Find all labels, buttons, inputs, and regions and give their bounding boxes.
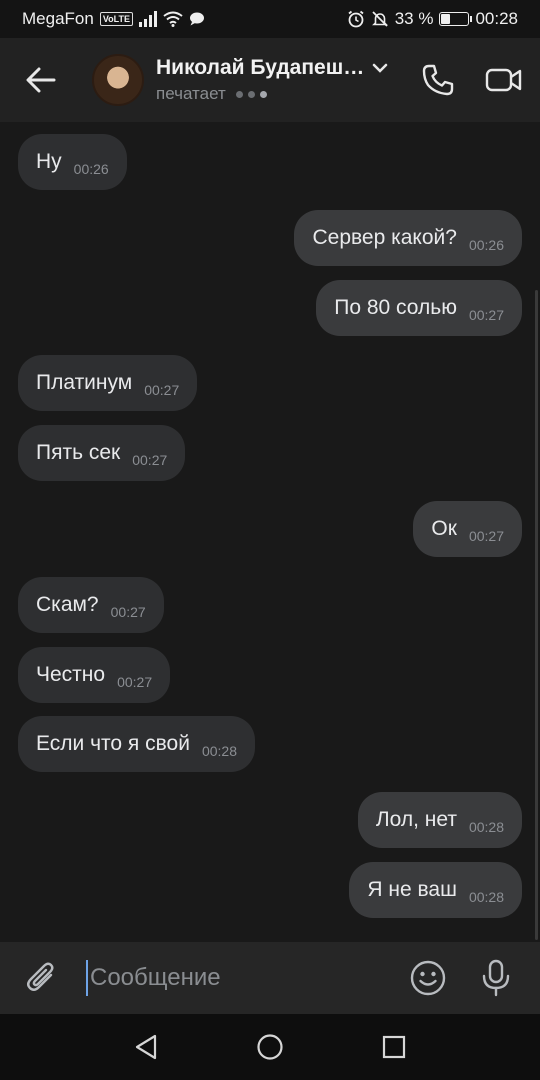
- mute-bell-icon: [371, 11, 388, 27]
- voice-message-button[interactable]: [476, 958, 516, 998]
- battery-percent: 33 %: [394, 9, 434, 28]
- message-text: Платинум: [36, 371, 133, 394]
- message-text: Лол, нет: [375, 808, 457, 831]
- message-time: 00:27: [110, 604, 146, 620]
- message-time: 00:28: [201, 743, 238, 759]
- paperclip-icon: [27, 962, 54, 991]
- message-outgoing[interactable]: Я не ваш 00:28: [349, 862, 522, 918]
- message-time: 00:27: [132, 452, 168, 468]
- typing-dots-icon: [235, 90, 267, 98]
- microphone-icon: [482, 959, 510, 997]
- chat-info[interactable]: Николай Будапеш… печатает: [156, 56, 396, 104]
- message-incoming[interactable]: Платинум 00:27: [18, 355, 198, 411]
- message-incoming[interactable]: Ну 00:26: [18, 134, 127, 190]
- phone-icon: [422, 64, 454, 96]
- message-text: Если что я свой: [36, 732, 190, 755]
- message-text: Ок: [431, 517, 457, 540]
- battery-icon: [439, 12, 473, 26]
- message-time: 00:26: [468, 237, 504, 253]
- message-incoming[interactable]: Пять сек 00:27: [18, 425, 186, 481]
- smile-icon: [410, 960, 446, 996]
- call-button[interactable]: [418, 60, 458, 100]
- circle-home-icon: [257, 1034, 283, 1060]
- alarm-icon: [348, 10, 364, 28]
- chevron-down-icon[interactable]: [372, 62, 388, 74]
- message-time: 00:27: [468, 307, 504, 323]
- video-camera-icon: [485, 68, 522, 92]
- message-composer: [0, 942, 540, 1014]
- message-time: 00:28: [468, 819, 504, 835]
- battery-level: [441, 14, 451, 24]
- scrollbar[interactable]: [535, 290, 538, 940]
- nav-back-button[interactable]: [128, 1029, 164, 1065]
- carrier-name: MegaFon: [22, 9, 94, 28]
- message-incoming[interactable]: Честно 00:27: [18, 647, 171, 703]
- wifi-icon: [163, 11, 183, 27]
- signal-icon: [139, 11, 157, 27]
- triangle-back-icon: [135, 1034, 157, 1060]
- message-outgoing[interactable]: Лол, нет 00:28: [357, 792, 522, 848]
- chat-header: Николай Будапеш… печатает: [0, 38, 540, 122]
- typing-status: печатает: [156, 84, 396, 104]
- message-text: Скам?: [36, 593, 99, 616]
- message-text: Честно: [36, 663, 106, 686]
- status-bar: MegaFon VoLTE 33 % 00:28: [0, 0, 540, 38]
- message-time: 00:27: [468, 528, 504, 544]
- nav-recents-button[interactable]: [376, 1029, 412, 1065]
- chat-notification-icon: [190, 12, 204, 26]
- emoji-button[interactable]: [408, 958, 448, 998]
- message-text: По 80 солью: [334, 296, 457, 319]
- message-incoming[interactable]: Если что я свой 00:28: [18, 716, 256, 772]
- message-text: Я не ваш: [367, 878, 457, 901]
- message-incoming[interactable]: Скам? 00:27: [18, 577, 164, 633]
- message-outgoing[interactable]: Сервер какой? 00:26: [294, 210, 522, 266]
- message-list[interactable]: Ну 00:26 Сервер какой? 00:26 По 80 солью…: [0, 122, 540, 942]
- message-text: Пять сек: [36, 441, 121, 464]
- attach-button[interactable]: [0, 942, 84, 1014]
- message-time: 00:26: [73, 161, 109, 177]
- system-navigation-bar: [0, 1014, 540, 1080]
- message-text: Ну: [36, 150, 62, 173]
- message-time: 00:28: [468, 889, 504, 905]
- message-input[interactable]: [86, 960, 386, 996]
- square-recents-icon: [382, 1035, 406, 1059]
- video-call-button[interactable]: [484, 60, 524, 100]
- clock: 00:28: [475, 9, 518, 28]
- volte-badge: VoLTE: [99, 12, 133, 26]
- back-button[interactable]: [0, 38, 82, 122]
- message-outgoing[interactable]: Ок 00:27: [413, 501, 522, 557]
- chat-title: Николай Будапеш…: [156, 56, 365, 79]
- message-time: 00:27: [144, 382, 180, 398]
- message-time: 00:27: [117, 674, 153, 690]
- nav-home-button[interactable]: [252, 1029, 288, 1065]
- avatar[interactable]: [92, 54, 144, 106]
- arrow-left-icon: [26, 67, 56, 93]
- message-outgoing[interactable]: По 80 солью 00:27: [316, 280, 522, 336]
- typing-status-text: печатает: [156, 84, 226, 103]
- message-text: Сервер какой?: [312, 226, 457, 249]
